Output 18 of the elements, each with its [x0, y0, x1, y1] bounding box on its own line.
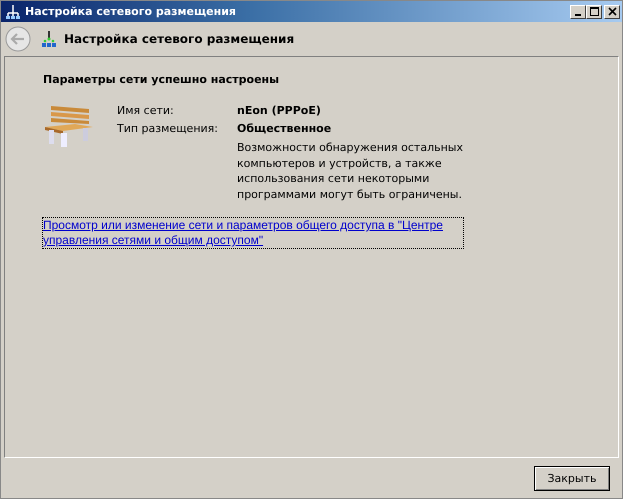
minimize-button[interactable] [570, 4, 586, 18]
page-title: Настройка сетевого размещения [64, 32, 294, 46]
field-value: Общественное [237, 122, 332, 136]
close-button[interactable] [604, 4, 620, 18]
network-center-link[interactable]: Просмотр или изменение сети и параметров общего доступа в "Центре управления сетями и общим доступом" [43, 218, 463, 248]
minimize-icon [575, 14, 581, 16]
close-dialog-button[interactable]: Закрыть [534, 466, 610, 490]
window-title: Настройка сетевого размещения [25, 5, 237, 18]
network-icon [5, 4, 21, 20]
network-icon [41, 30, 57, 48]
field-value: nEon (PPPoE) [237, 104, 322, 118]
field-label: Имя сети: [117, 104, 175, 118]
maximize-icon [590, 6, 598, 16]
status-heading: Параметры сети успешно настроены [43, 73, 280, 86]
maximize-button[interactable] [586, 4, 602, 18]
field-label: Тип размещения: [117, 122, 219, 136]
description-text: Возможности обнаружения остальных компьютеров и устройств, а также использования сети некоторыми программами могут быть ограничены. [237, 140, 464, 202]
close-icon [608, 7, 616, 16]
